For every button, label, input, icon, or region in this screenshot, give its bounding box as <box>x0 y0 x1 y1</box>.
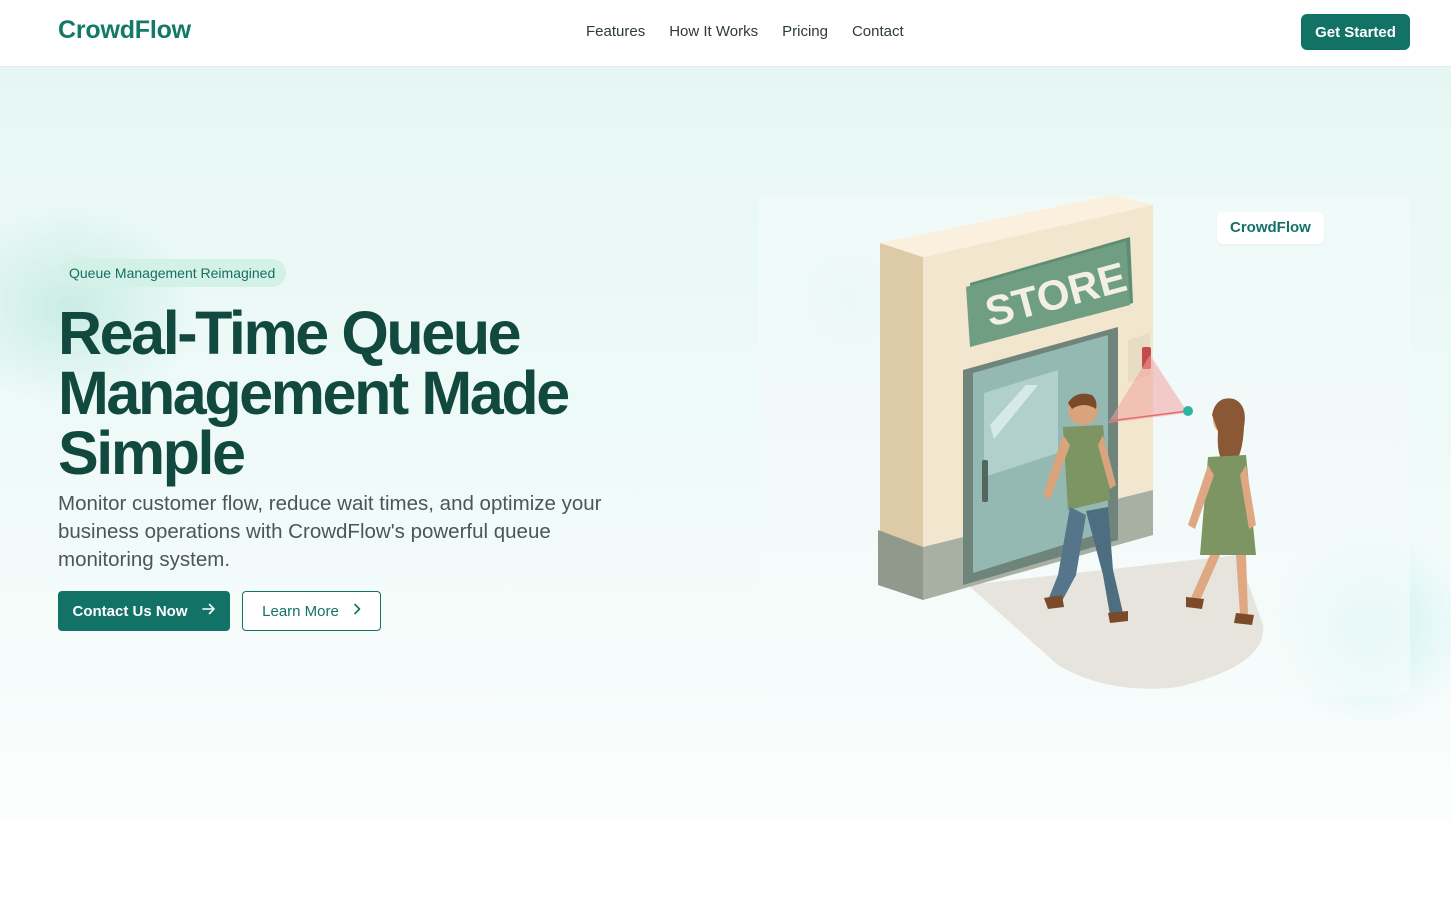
contact-us-label: Contact Us Now <box>72 602 188 620</box>
headline-line: Simple <box>58 419 246 487</box>
get-started-button[interactable]: Get Started <box>1301 14 1410 50</box>
nav-item-how-it-works[interactable]: How It Works <box>669 23 758 41</box>
site-header: CrowdFlow Features How It Works Pricing … <box>0 0 1451 67</box>
hero-illustration: STORE CrowdFlow <box>758 195 1410 695</box>
hero-section: Queue Management Reimagined Real-Time Qu… <box>0 67 1451 822</box>
learn-more-label: Learn More <box>262 602 339 620</box>
learn-more-button[interactable]: Learn More <box>242 591 381 631</box>
arrow-right-icon <box>201 603 216 619</box>
nav-item-features[interactable]: Features <box>586 23 645 41</box>
logo[interactable]: CrowdFlow <box>58 16 191 45</box>
store-entrance-illustration: STORE <box>878 195 1264 689</box>
brand-chip: CrowdFlow <box>1217 212 1324 244</box>
hero-headline: Real-Time Queue Management Made Simple <box>58 303 678 484</box>
hero-badge: Queue Management Reimagined <box>58 259 287 287</box>
chevron-right-icon <box>353 603 361 619</box>
headline-line: Management Made <box>58 359 570 427</box>
nav-item-pricing[interactable]: Pricing <box>782 23 828 41</box>
hero-subtext: Monitor customer flow, reduce wait times… <box>58 492 602 571</box>
main-nav: Features How It Works Pricing Contact <box>586 23 928 41</box>
contact-us-button[interactable]: Contact Us Now <box>58 591 230 631</box>
headline-line: Real-Time Queue <box>58 299 522 367</box>
nav-item-contact[interactable]: Contact <box>852 23 904 41</box>
